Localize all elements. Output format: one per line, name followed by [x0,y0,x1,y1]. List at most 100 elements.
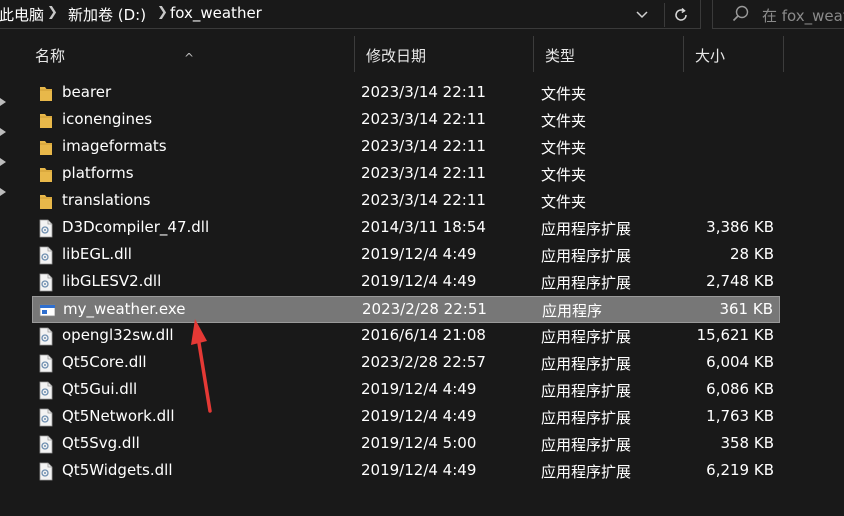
search-icon [732,5,749,22]
file-size: 6,086 KB [706,380,774,398]
file-row[interactable]: translations 2023/3/14 22:11 文件夹 [32,188,780,215]
file-name: libGLESV2.dll [62,272,162,290]
file-row[interactable]: opengl32sw.dll 2016/6/14 21:08 应用程序扩展 15,62… [32,323,780,350]
file-name: Qt5Core.dll [62,353,147,371]
file-date-modified: 2023/3/14 22:11 [361,137,486,155]
refresh-icon [675,7,687,21]
file-row-selected[interactable]: my_weather.exe 2023/2/28 22:51 应用程序 361 KB [32,296,780,323]
file-type: 应用程序扩展 [541,247,632,265]
address-bar[interactable]: 此电脑 ❯ 新加卷 (D:) ❯ fox_weather [0,0,701,29]
breadcrumb-fox-weather[interactable]: fox_weather [170,4,262,22]
file-row[interactable]: bearer 2023/3/14 22:11 文件夹 [32,80,780,107]
file-date-modified: 2016/6/14 21:08 [361,326,486,344]
dll-icon [39,435,53,454]
file-size: 2,748 KB [706,272,774,290]
file-row[interactable]: libEGL.dll 2019/12/4 4:49 应用程序扩展 28 KB [32,242,780,269]
file-name: translations [62,191,151,209]
file-date-modified: 2019/12/4 4:49 [361,380,477,398]
dll-icon [39,408,53,427]
column-header-type-label: 类型 [545,47,576,65]
file-row[interactable]: Qt5Svg.dll 2019/12/4 5:00 应用程序扩展 358 KB [32,431,780,458]
file-row[interactable]: D3Dcompiler_47.dll 2014/3/11 18:54 应用程序扩展 3… [32,215,780,242]
file-name: libEGL.dll [62,245,132,263]
file-name: Qt5Svg.dll [62,434,140,452]
column-header-type[interactable]: 类型 [534,36,684,72]
file-type: 应用程序扩展 [541,220,632,238]
breadcrumb-separator-icon[interactable]: ❯ [47,5,58,20]
column-header-size[interactable]: 大小 [684,36,784,72]
file-size: 6,004 KB [706,353,774,371]
file-type: 文件夹 [541,139,587,157]
file-name: platforms [62,164,134,182]
file-date-modified: 2019/12/4 5:00 [361,434,477,452]
file-size: 3,386 KB [706,218,774,236]
dll-icon [39,354,53,373]
file-name: D3Dcompiler_47.dll [62,218,210,236]
file-date-modified: 2023/3/14 22:11 [361,164,486,182]
file-type: 应用程序扩展 [541,436,632,454]
toolbar: 此电脑 ❯ 新加卷 (D:) ❯ fox_weather 在 fox_weat [0,0,844,30]
file-date-modified: 2023/3/14 22:11 [361,83,486,101]
pin-icon [0,128,6,136]
column-header-date-label: 修改日期 [366,47,427,65]
refresh-button[interactable] [664,3,694,27]
file-name: Qt5Widgets.dll [62,461,173,479]
address-history-dropdown[interactable] [630,4,654,26]
dll-icon [39,273,53,292]
file-row[interactable]: Qt5Widgets.dll 2019/12/4 4:49 应用程序扩展 6,219 … [32,458,780,485]
file-type: 应用程序扩展 [541,409,632,427]
pin-icon [0,98,6,106]
folder-icon [40,114,52,128]
file-row[interactable]: Qt5Gui.dll 2019/12/4 4:49 应用程序扩展 6,086 KB [32,377,780,404]
file-date-modified: 2023/2/28 22:51 [362,300,487,318]
file-name: Qt5Network.dll [62,407,175,425]
file-type: 文件夹 [541,112,587,130]
search-input[interactable]: 在 fox_weat [762,5,844,26]
file-size: 358 KB [720,434,774,452]
file-type: 应用程序扩展 [541,355,632,373]
chevron-down-icon [636,11,648,19]
dll-icon [39,246,53,265]
file-date-modified: 2019/12/4 4:49 [361,245,477,263]
folder-icon [40,87,52,101]
navigation-pane-edge[interactable] [0,30,10,516]
file-name: bearer [62,83,112,101]
file-row[interactable]: libGLESV2.dll 2019/12/4 4:49 应用程序扩展 2,748 K… [32,269,780,296]
file-row[interactable]: iconengines 2023/3/14 22:11 文件夹 [32,107,780,134]
file-name: opengl32sw.dll [62,326,174,344]
column-header-size-label: 大小 [695,47,726,65]
file-date-modified: 2023/3/14 22:11 [361,191,486,209]
file-size: 15,621 KB [696,326,774,344]
file-date-modified: 2019/12/4 4:49 [361,461,477,479]
pin-icon [0,188,6,196]
dll-icon [39,219,53,238]
column-header-name[interactable]: 名称 ^ [24,36,355,72]
file-type: 文件夹 [541,85,587,103]
file-name: Qt5Gui.dll [62,380,138,398]
file-size: 28 KB [730,245,774,263]
dll-icon [39,381,53,400]
file-type: 应用程序扩展 [541,382,632,400]
file-date-modified: 2019/12/4 4:49 [361,272,477,290]
column-header-name-label: 名称 [35,47,66,65]
file-list: bearer 2023/3/14 22:11 文件夹 iconengines 2023/… [32,80,780,485]
breadcrumb-drive-d[interactable]: 新加卷 (D:) [68,4,146,25]
file-date-modified: 2014/3/11 18:54 [361,218,486,236]
breadcrumb-separator-icon[interactable]: ❯ [157,5,168,20]
breadcrumb-this-pc[interactable]: 此电脑 [0,4,44,25]
dll-icon [39,462,53,481]
folder-icon [40,141,52,155]
search-box[interactable]: 在 fox_weat [712,0,844,29]
column-header-date[interactable]: 修改日期 [355,36,534,72]
file-row[interactable]: Qt5Network.dll 2019/12/4 4:49 应用程序扩展 1,763 … [32,404,780,431]
dll-icon [39,327,53,346]
file-size: 6,219 KB [706,461,774,479]
column-header: 名称 ^ 修改日期 类型 大小 [24,36,844,72]
file-type: 应用程序 [542,302,603,320]
file-row[interactable]: Qt5Core.dll 2023/2/28 22:57 应用程序扩展 6,004 KB [32,350,780,377]
file-date-modified: 2019/12/4 4:49 [361,407,477,425]
file-row[interactable]: platforms 2023/3/14 22:11 文件夹 [32,161,780,188]
file-row[interactable]: imageformats 2023/3/14 22:11 文件夹 [32,134,780,161]
file-type: 应用程序扩展 [541,463,632,481]
file-name: my_weather.exe [63,300,186,318]
